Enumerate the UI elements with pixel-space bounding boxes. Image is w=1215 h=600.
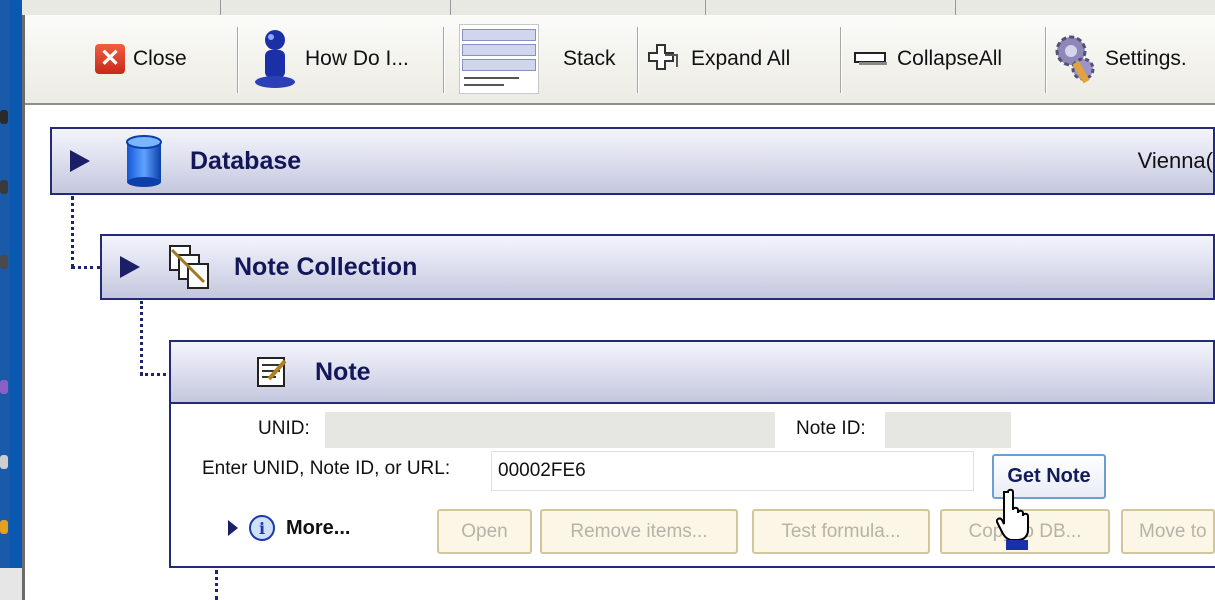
more-label: More... <box>286 516 351 539</box>
taskbar-icon <box>0 520 8 534</box>
expand-triangle-icon[interactable] <box>120 256 140 278</box>
note-id-input[interactable]: 00002FE6 <box>491 451 974 491</box>
note-collection-icon <box>169 245 209 289</box>
background-window-corner <box>0 568 24 600</box>
stack-button[interactable]: Stack <box>459 21 616 97</box>
stack-label: Stack <box>563 47 616 70</box>
note-icon <box>257 357 287 387</box>
close-icon: ✕ <box>95 44 125 74</box>
enter-id-label: Enter UNID, Note ID, or URL: <box>202 458 451 479</box>
expand-triangle-icon <box>228 520 238 536</box>
tree-connector <box>140 301 143 375</box>
note-id-label: Note ID: <box>796 418 866 439</box>
unid-label: UNID: <box>258 418 310 439</box>
help-person-icon <box>255 30 295 88</box>
move-to-button[interactable]: Move to <box>1121 509 1215 554</box>
how-do-i-label: How Do I... <box>305 47 409 70</box>
close-button[interactable]: ✕ Close <box>95 21 187 97</box>
server-name: Vienna( <box>1137 148 1213 173</box>
collapse-icon <box>854 52 887 65</box>
tree-connector <box>215 570 218 600</box>
close-label: Close <box>133 47 187 70</box>
how-do-i-button[interactable]: How Do I... <box>253 21 409 97</box>
tree-connector <box>71 266 101 269</box>
settings-gear-icon <box>1055 35 1095 84</box>
taskbar-icon <box>0 110 8 124</box>
test-formula-label: Test formula... <box>781 520 901 542</box>
collapse-all-label: CollapseAll <box>897 47 1003 70</box>
database-panel-header[interactable]: Database Vienna( <box>50 127 1215 195</box>
note-collection-panel-header[interactable]: Note Collection <box>100 234 1215 300</box>
remove-items-button[interactable]: Remove items... <box>540 509 738 554</box>
open-label: Open <box>461 520 508 542</box>
tree-connector <box>71 196 74 268</box>
expand-icon <box>648 44 678 70</box>
settings-button[interactable]: Settings. <box>1051 21 1187 97</box>
hand-cursor-icon <box>996 488 1029 550</box>
collapse-all-button[interactable]: CollapseAll <box>853 21 1002 97</box>
info-icon: i <box>249 515 275 541</box>
database-icon <box>126 135 162 187</box>
open-button[interactable]: Open <box>437 509 532 554</box>
expand-all-button[interactable]: Expand All <box>645 21 790 97</box>
expand-triangle-icon[interactable] <box>70 150 90 172</box>
background-window-strip <box>0 0 10 600</box>
taskbar-icon <box>0 380 8 394</box>
expand-all-label: Expand All <box>691 47 791 70</box>
unid-field <box>325 412 775 448</box>
taskbar-icon <box>0 255 8 269</box>
test-formula-button[interactable]: Test formula... <box>752 509 930 554</box>
get-note-label: Get Note <box>1007 465 1091 487</box>
taskbar-icon <box>0 180 8 194</box>
toolbar: ✕ Close How Do I... Stack Expand All Col… <box>25 15 1215 105</box>
note-collection-title: Note Collection <box>234 252 418 281</box>
settings-label: Settings. <box>1105 47 1187 70</box>
note-panel-header[interactable]: Note <box>169 340 1215 404</box>
stack-thumbnail-icon <box>459 24 539 94</box>
upper-toolbar-strip <box>22 0 1215 16</box>
svg-text:i: i <box>259 519 265 538</box>
taskbar-icon <box>0 455 8 469</box>
more-toggle[interactable]: i More... <box>228 514 350 542</box>
note-id-field <box>885 412 1011 448</box>
note-title: Note <box>315 357 371 386</box>
tree-connector <box>140 373 172 376</box>
remove-items-label: Remove items... <box>570 520 708 542</box>
move-to-label: Move to <box>1139 520 1207 542</box>
database-title: Database <box>190 146 302 175</box>
